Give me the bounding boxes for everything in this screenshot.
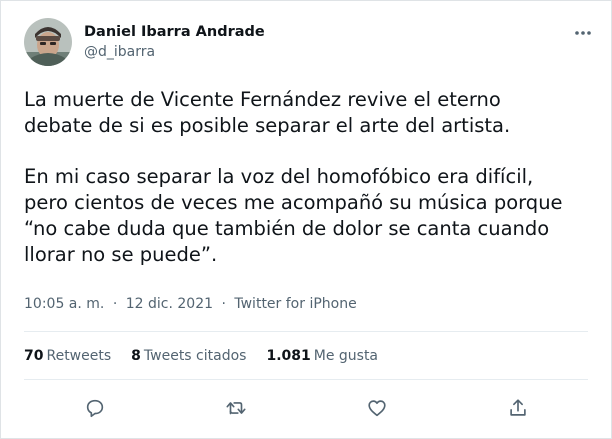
quotes-label: Tweets citados <box>143 348 247 364</box>
avatar-photo-icon <box>24 18 72 66</box>
tweet-paragraph: La muerte de Vicente Fernández revive el… <box>24 88 511 137</box>
likes-label: Me gusta <box>313 348 379 364</box>
author-handle[interactable]: @d_ibarra <box>84 43 265 61</box>
like-button[interactable] <box>363 394 391 422</box>
tweet-text: La muerte de Vicente Fernández revive el… <box>24 87 594 268</box>
likes-stat[interactable]: 1.081 Me gusta <box>266 346 378 366</box>
tweet-card: Daniel Ibarra Andrade @d_ibarra La muert… <box>0 0 612 439</box>
reply-icon <box>86 399 103 418</box>
like-icon <box>367 400 386 417</box>
author-display-name[interactable]: Daniel Ibarra Andrade <box>84 23 265 41</box>
quotes-count: 8 <box>131 348 141 364</box>
action-bar <box>24 394 588 422</box>
retweet-icon <box>225 402 246 415</box>
tweet-date[interactable]: 12 dic. 2021 <box>126 296 213 312</box>
avatar[interactable] <box>24 18 72 66</box>
quote-tweets-stat[interactable]: 8 Tweets citados <box>131 346 246 366</box>
more-dots-icon <box>575 31 591 35</box>
retweet-button[interactable] <box>222 394 250 422</box>
more-options-button[interactable] <box>569 21 597 45</box>
tweet-paragraph: En mi caso separar la voz del homofóbico… <box>24 165 563 266</box>
author-block: Daniel Ibarra Andrade @d_ibarra <box>84 23 265 61</box>
reply-button[interactable] <box>81 394 109 422</box>
meta-separator: · <box>221 296 226 312</box>
share-button[interactable] <box>504 394 532 422</box>
tweet-stats: 70 Retweets 8 Tweets citados 1.081 Me gusta <box>24 346 378 366</box>
share-icon <box>509 399 526 416</box>
tweet-source[interactable]: Twitter for iPhone <box>234 296 356 312</box>
divider <box>24 379 588 380</box>
likes-count: 1.081 <box>266 348 311 364</box>
retweets-stat[interactable]: 70 Retweets <box>24 346 111 366</box>
divider <box>24 331 588 332</box>
retweets-label: Retweets <box>46 348 112 364</box>
tweet-time[interactable]: 10:05 a. m. <box>24 296 104 312</box>
tweet-meta: 10:05 a. m. · 12 dic. 2021 · Twitter for… <box>24 294 357 314</box>
retweets-count: 70 <box>24 348 44 364</box>
meta-separator: · <box>112 296 118 312</box>
